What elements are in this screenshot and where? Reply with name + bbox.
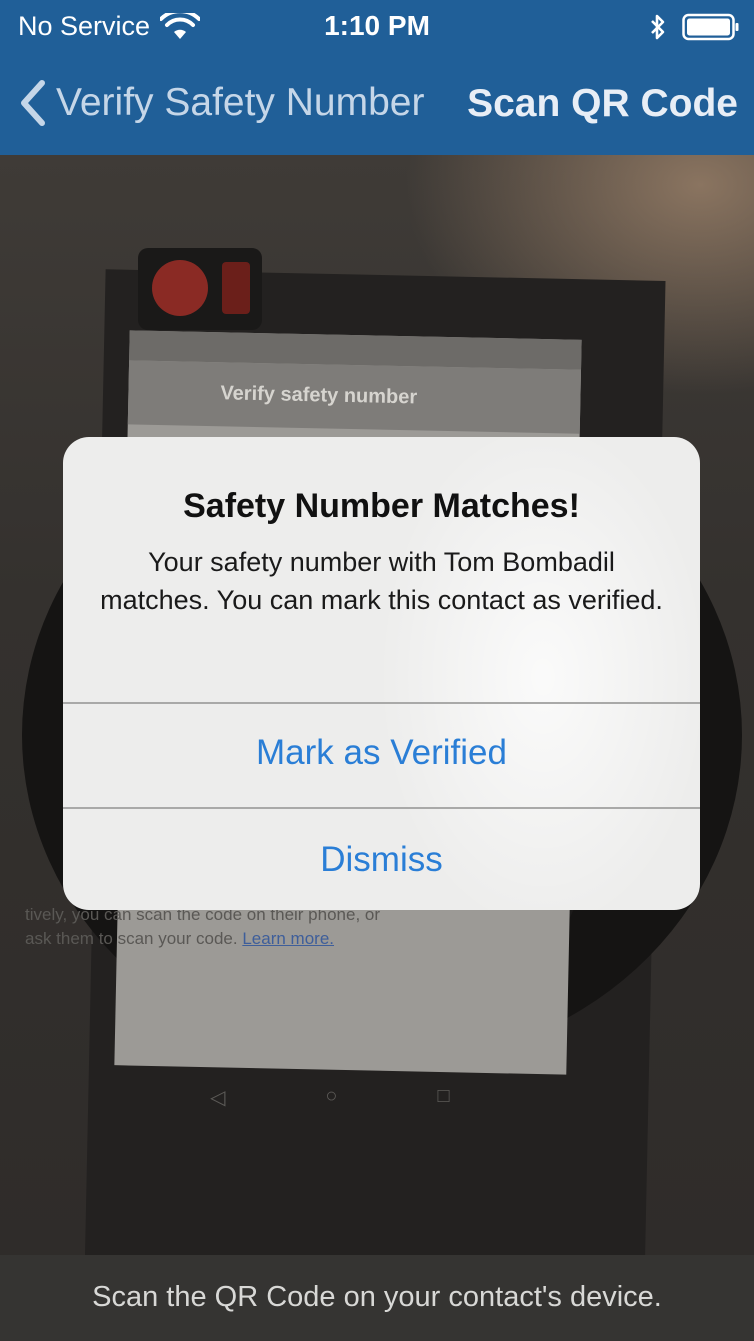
scanned-recents-key-icon: □ [437,1085,450,1107]
status-bar: No Service 1:10 PM [0,0,754,54]
safety-number-alert: Safety Number Matches! Your safety numbe… [63,437,700,910]
back-chevron-icon [21,80,45,126]
scanned-phone-title: Verify safety number [220,382,418,409]
alert-divider [63,807,700,809]
scan-instruction: Scan the QR Code on your contact's devic… [92,1281,662,1313]
page-title: Scan QR Code [467,82,738,125]
battery-icon [682,13,739,41]
alert-content: Safety Number Matches! Your safety numbe… [63,437,700,702]
header: No Service 1:10 PM Verify Safety Number … [0,0,754,155]
scanned-phone-nav-keys: ◁ ○ □ [210,1085,510,1110]
scanned-phone-text: tively, you can scan the code on their p… [25,903,425,951]
scanned-home-key-icon: ○ [325,1085,338,1107]
scan-qr-screen: No Service 1:10 PM Verify Safety Number … [0,0,754,1341]
back-button[interactable]: Verify Safety Number [18,78,424,128]
alert-message: Your safety number with Tom Bombadil mat… [100,547,663,615]
scanned-phone-toolbar: Verify safety number [127,360,582,434]
scanned-phone-learn-more: Learn more. [242,929,335,948]
alert-title: Safety Number Matches! [183,487,580,525]
mark-as-verified-button[interactable]: Mark as Verified [63,733,700,773]
alert-divider [63,702,700,704]
scanned-phone-text-line-2: ask them to scan your code. Learn more. [25,927,425,951]
status-time: 1:10 PM [324,10,430,41]
dismiss-button[interactable]: Dismiss [63,840,700,880]
scanned-back-key-icon: ◁ [210,1087,226,1109]
navigation-bar: Verify Safety Number Scan QR Code [0,60,754,150]
footer: Scan the QR Code on your contact's devic… [0,1255,754,1341]
scanned-phone-text-line-2-body: ask them to scan your code. [25,929,238,948]
status-right [648,13,740,41]
scanned-app-icon [138,248,262,330]
back-button-label: Verify Safety Number [56,81,425,124]
bluetooth-icon [651,14,665,40]
